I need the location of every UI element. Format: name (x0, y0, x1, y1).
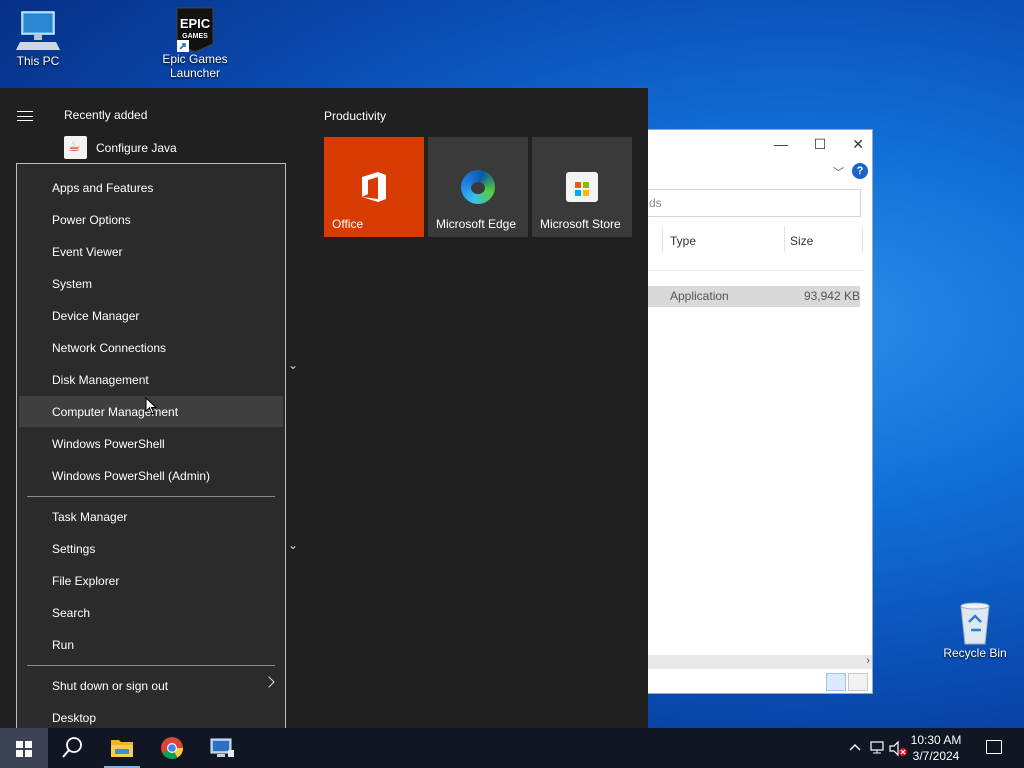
chrome-icon (161, 737, 183, 759)
computer-icon (14, 8, 62, 52)
menu-separator (27, 496, 275, 497)
network-icon[interactable] (868, 740, 886, 756)
folder-icon (111, 740, 133, 757)
menu-item-run[interactable]: Run (19, 629, 283, 660)
store-icon (566, 172, 598, 202)
desktop-icon-this-pc[interactable]: This PC (0, 8, 78, 68)
maximize-icon[interactable]: ☐ (814, 136, 827, 153)
menu-item-task-manager[interactable]: Task Manager (19, 501, 283, 532)
table-row[interactable]: Application 93,942 KB (646, 286, 860, 307)
desktop-icon-epic-games[interactable]: EPIC GAMES Epic Games Launcher (155, 6, 235, 80)
menu-item-file-explorer[interactable]: File Explorer (19, 565, 283, 596)
search-icon (62, 737, 82, 758)
column-header-type[interactable]: Type (670, 234, 696, 248)
tile-label: Microsoft Store (540, 217, 621, 231)
menu-item-system[interactable]: System (19, 268, 283, 299)
row-size: 93,942 KB (803, 289, 860, 303)
chevron-down-icon[interactable]: ⌄ (288, 358, 298, 372)
volume-muted-icon[interactable] (888, 740, 908, 758)
large-icons-view-icon[interactable] (848, 673, 868, 691)
notification-center-icon[interactable] (986, 740, 1002, 754)
file-explorer-window[interactable]: — ☐ ✕ ﹀ ? ds Type Size Application 93,94… (645, 129, 873, 694)
menu-item-disk-management[interactable]: Disk Management (19, 364, 283, 395)
close-icon[interactable]: ✕ (852, 136, 864, 153)
menu-item-event-viewer[interactable]: Event Viewer (19, 236, 283, 267)
recycle-bin-icon (951, 600, 999, 645)
menu-item-search[interactable]: Search (19, 597, 283, 628)
epic-logo-word: EPIC (180, 16, 211, 31)
column-header-size[interactable]: Size (790, 234, 813, 248)
clock-date: 3/7/2024 (912, 749, 960, 763)
epic-games-logo-icon: EPIC GAMES (171, 6, 219, 53)
chevron-right-icon[interactable]: › (866, 655, 870, 667)
desktop-icon-label: Recycle Bin (943, 646, 1007, 660)
chevron-up-icon[interactable] (848, 740, 862, 754)
mouse-cursor-icon (145, 397, 157, 415)
chevron-right-icon (263, 676, 275, 688)
tile-label: Office (332, 217, 364, 231)
epic-logo-sub: GAMES (182, 33, 208, 40)
recently-added-heading: Recently added (64, 108, 148, 122)
horizontal-scrollbar[interactable]: › (646, 655, 872, 669)
menu-separator (27, 665, 275, 666)
column-separator (784, 226, 785, 252)
menu-item-power-options[interactable]: Power Options (19, 204, 283, 235)
menu-item-settings[interactable]: Settings (19, 533, 283, 564)
computer-network-icon (210, 738, 234, 757)
taskbar-file-explorer-button[interactable] (98, 728, 146, 768)
tile-microsoft-store[interactable]: Microsoft Store (532, 137, 632, 237)
desktop-icon-label: This PC (16, 54, 60, 68)
taskbar[interactable]: 10:30 AM 3/7/2024 (0, 728, 1024, 768)
chevron-down-icon[interactable]: ﹀ (833, 164, 844, 180)
office-icon (362, 172, 386, 202)
edge-icon (461, 170, 495, 204)
window-controls: — ☐ ✕ (774, 136, 864, 153)
taskbar-search-button[interactable] (48, 728, 96, 768)
menu-item-label: Shut down or sign out (52, 679, 169, 693)
taskbar-chrome-button[interactable] (148, 728, 196, 768)
taskbar-network-app-button[interactable] (198, 728, 246, 768)
menu-item-apps-and-features[interactable]: Apps and Features (19, 172, 283, 203)
desktop-icon-recycle-bin[interactable]: Recycle Bin (935, 600, 1015, 660)
tile-group-title: Productivity (324, 109, 387, 123)
menu-item-shut-down-or-sign-out[interactable]: Shut down or sign out (19, 670, 283, 701)
column-separator (662, 226, 663, 252)
menu-item-windows-powershell-admin[interactable]: Windows PowerShell (Admin) (19, 460, 283, 491)
desktop-icon-label: Epic Games Launcher (162, 52, 228, 80)
help-icon[interactable]: ? (852, 163, 868, 179)
power-user-context-menu[interactable]: Apps and Features Power Options Event Vi… (16, 163, 286, 743)
app-label: Configure Java (96, 140, 177, 155)
chevron-down-icon[interactable]: ⌄ (288, 538, 298, 552)
search-input[interactable]: ds (646, 189, 861, 217)
view-toggle[interactable] (826, 673, 868, 691)
header-divider (646, 270, 864, 271)
details-view-icon[interactable] (826, 673, 846, 691)
menu-item-windows-powershell[interactable]: Windows PowerShell (19, 428, 283, 459)
hamburger-menu-icon[interactable] (17, 111, 33, 121)
tile-microsoft-edge[interactable]: Microsoft Edge (428, 137, 528, 237)
menu-item-device-manager[interactable]: Device Manager (19, 300, 283, 331)
app-list-item-configure-java[interactable]: Configure Java (64, 136, 177, 159)
clock-time: 10:30 AM (910, 733, 962, 747)
start-button[interactable] (0, 728, 48, 768)
java-icon (64, 136, 87, 159)
menu-item-network-connections[interactable]: Network Connections (19, 332, 283, 363)
windows-logo-icon (16, 741, 32, 757)
row-type: Application (670, 289, 729, 303)
tile-office[interactable]: Office (324, 137, 424, 237)
minimize-icon[interactable]: — (774, 136, 788, 153)
taskbar-clock[interactable]: 10:30 AM 3/7/2024 (906, 732, 966, 764)
column-separator (862, 226, 863, 252)
tile-label: Microsoft Edge (436, 217, 517, 231)
